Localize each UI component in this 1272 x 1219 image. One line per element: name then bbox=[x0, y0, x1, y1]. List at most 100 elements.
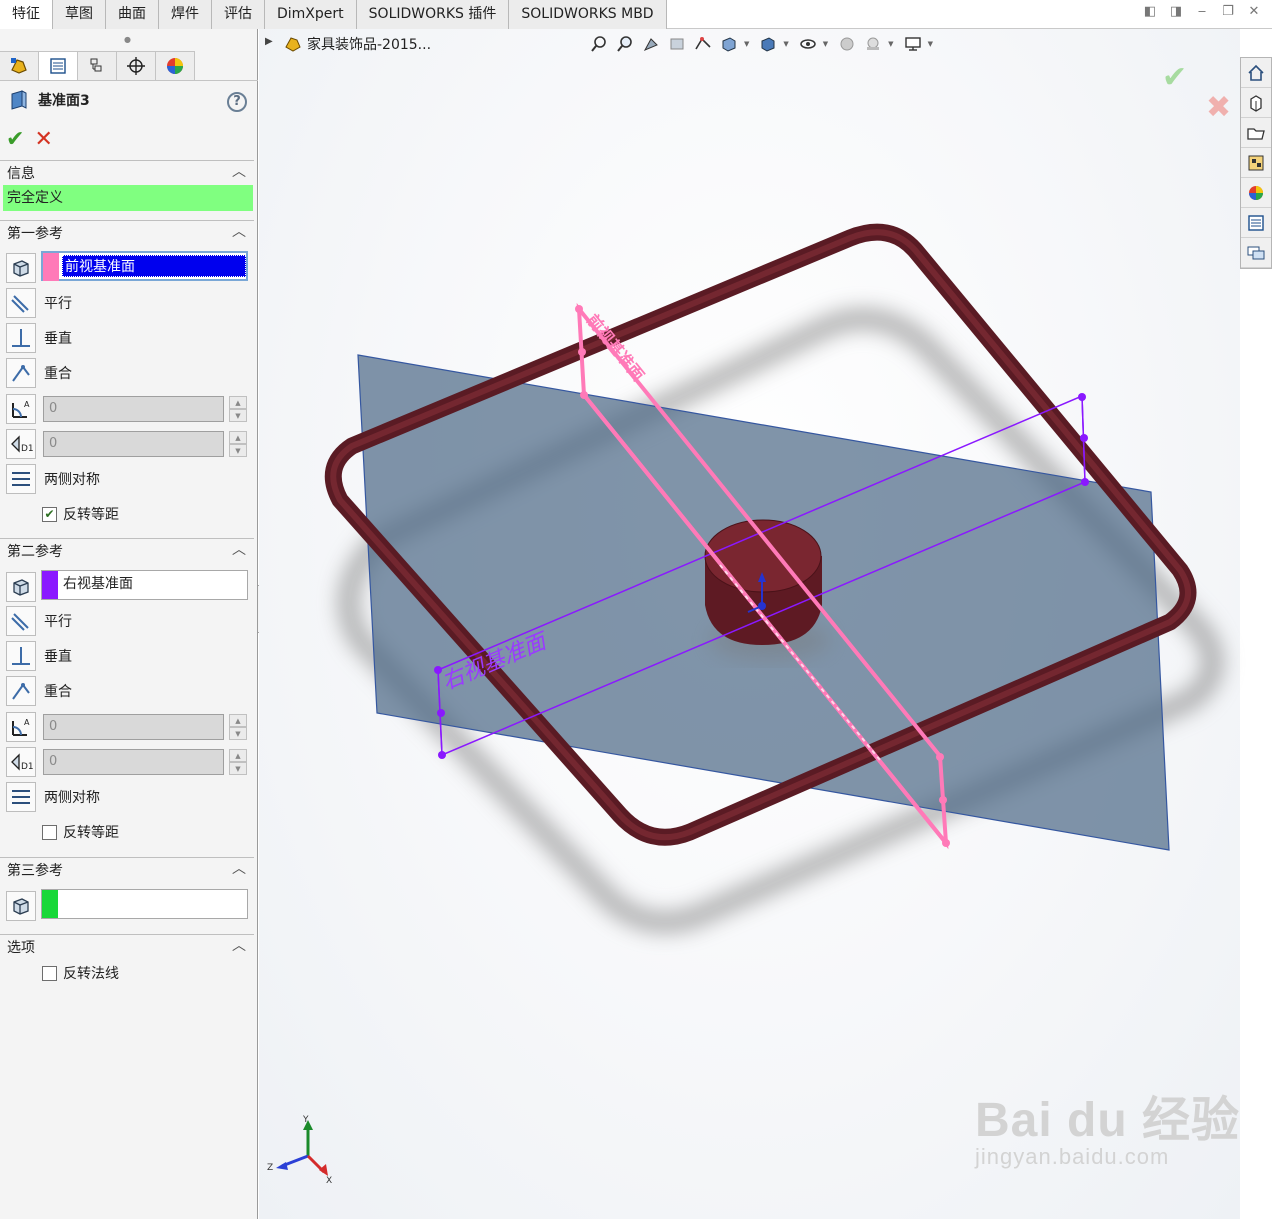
close-button[interactable]: ✕ bbox=[1246, 4, 1262, 19]
tab-item[interactable]: 评估 bbox=[212, 0, 265, 29]
previous-view-icon[interactable] bbox=[640, 33, 662, 55]
chevron-up-icon[interactable]: ︿ bbox=[232, 858, 246, 878]
parallel-icon[interactable] bbox=[6, 606, 36, 636]
tile-right-icon[interactable]: ◨ bbox=[1168, 4, 1184, 19]
third-reference-header[interactable]: 第三参考 ︿ bbox=[0, 857, 254, 881]
tree-expand-icon[interactable]: ▶ bbox=[265, 36, 273, 47]
minimize-button[interactable]: ‒ bbox=[1194, 4, 1210, 19]
perpendicular-label[interactable]: 垂直 bbox=[44, 646, 72, 666]
dimxpert-manager-tab[interactable] bbox=[116, 51, 156, 80]
angle-spinner[interactable]: ▲ ▼ bbox=[229, 714, 247, 740]
reference-entity-icon[interactable] bbox=[6, 572, 36, 602]
home-icon[interactable] bbox=[1241, 58, 1271, 88]
chevron-up-icon[interactable]: ︿ bbox=[232, 221, 246, 241]
angle-input[interactable]: 0 bbox=[43, 396, 224, 422]
mid-plane-option[interactable]: 两侧对称 bbox=[6, 463, 100, 495]
perpendicular-option[interactable]: 垂直 bbox=[6, 640, 72, 672]
property-manager-tab[interactable] bbox=[38, 51, 78, 80]
display-manager-tab[interactable] bbox=[155, 51, 195, 80]
tab-item[interactable]: 曲面 bbox=[106, 0, 159, 29]
configuration-manager-tab[interactable] bbox=[77, 51, 117, 80]
first-flip-offset-label[interactable]: 反转等距 bbox=[63, 504, 119, 524]
forum-icon[interactable] bbox=[1241, 238, 1271, 268]
distance-icon[interactable]: D1 bbox=[6, 429, 36, 459]
zoom-area-icon[interactable] bbox=[614, 33, 636, 55]
distance-input[interactable]: 0 bbox=[43, 749, 224, 775]
chevron-up-icon[interactable]: ︿ bbox=[232, 935, 246, 955]
second-reference-header[interactable]: 第二参考 ︿ bbox=[0, 538, 254, 562]
reference-entity-icon[interactable] bbox=[6, 253, 36, 283]
checkbox-checked[interactable]: ✔ bbox=[42, 506, 57, 522]
zoom-to-fit-icon[interactable] bbox=[588, 33, 610, 55]
feature-manager-tab[interactable] bbox=[0, 51, 39, 80]
second-flip-offset-label[interactable]: 反转等距 bbox=[63, 822, 119, 842]
perpendicular-label[interactable]: 垂直 bbox=[44, 328, 72, 348]
parallel-option[interactable]: 平行 bbox=[6, 605, 72, 637]
appearances-icon[interactable] bbox=[1241, 178, 1271, 208]
design-library-icon[interactable] bbox=[1241, 88, 1271, 118]
distance-icon[interactable]: D1 bbox=[6, 747, 36, 777]
checkbox-unchecked[interactable] bbox=[42, 965, 57, 981]
distance-spinner[interactable]: ▲ ▼ bbox=[229, 431, 247, 457]
hide-show-items-icon[interactable] bbox=[797, 33, 819, 55]
first-flip-offset-checkbox[interactable]: ✔ 反转等距 bbox=[42, 504, 119, 524]
parallel-icon[interactable] bbox=[6, 288, 36, 318]
tab-item[interactable]: SOLIDWORKS 插件 bbox=[356, 0, 510, 29]
custom-properties-icon[interactable] bbox=[1241, 208, 1271, 238]
panel-grip-icon[interactable]: ● bbox=[124, 35, 131, 44]
view-palette-icon[interactable] bbox=[1241, 148, 1271, 178]
checkbox-unchecked[interactable] bbox=[42, 824, 57, 840]
edit-appearance-icon[interactable] bbox=[836, 33, 858, 55]
options-header[interactable]: 选项 ︿ bbox=[0, 934, 254, 958]
angle-icon[interactable]: A bbox=[6, 394, 36, 424]
tab-item[interactable]: 焊件 bbox=[159, 0, 212, 29]
view-settings-icon[interactable] bbox=[902, 33, 924, 55]
tab-item[interactable]: 草图 bbox=[53, 0, 106, 29]
mid-plane-icon[interactable] bbox=[6, 464, 36, 494]
coincident-label[interactable]: 重合 bbox=[44, 681, 72, 701]
parallel-label[interactable]: 平行 bbox=[44, 293, 72, 313]
coincident-option[interactable]: 重合 bbox=[6, 675, 72, 707]
mid-plane-label[interactable]: 两侧对称 bbox=[44, 787, 100, 807]
chevron-up-icon[interactable]: ︿ bbox=[232, 539, 246, 559]
file-explorer-icon[interactable] bbox=[1241, 118, 1271, 148]
confirmation-corner-ok-icon[interactable]: ✔ bbox=[1162, 60, 1187, 95]
tab-item[interactable]: SOLIDWORKS MBD bbox=[509, 0, 667, 29]
parallel-option[interactable]: 平行 bbox=[6, 287, 72, 319]
perpendicular-icon[interactable] bbox=[6, 323, 36, 353]
coincident-option[interactable]: 重合 bbox=[6, 357, 72, 389]
perpendicular-option[interactable]: 垂直 bbox=[6, 322, 72, 354]
display-style-icon[interactable] bbox=[757, 33, 779, 55]
coincident-icon[interactable] bbox=[6, 676, 36, 706]
chevron-up-icon[interactable]: ︿ bbox=[232, 161, 246, 181]
coincident-icon[interactable] bbox=[6, 358, 36, 388]
section-view-icon[interactable] bbox=[666, 33, 688, 55]
reference-entity-icon[interactable] bbox=[6, 891, 36, 921]
coincident-label[interactable]: 重合 bbox=[44, 363, 72, 383]
tile-left-icon[interactable]: ◧ bbox=[1142, 4, 1158, 19]
angle-icon[interactable]: A bbox=[6, 712, 36, 742]
graphics-viewport[interactable] bbox=[259, 29, 1240, 1219]
parallel-label[interactable]: 平行 bbox=[44, 611, 72, 631]
view-orientation-icon[interactable] bbox=[718, 33, 740, 55]
apply-scene-icon[interactable] bbox=[862, 33, 884, 55]
flip-normal-checkbox[interactable]: 反转法线 bbox=[42, 963, 119, 983]
third-reference-field[interactable] bbox=[41, 889, 248, 919]
confirmation-corner-cancel-icon[interactable]: ✖ bbox=[1206, 90, 1231, 125]
perpendicular-icon[interactable] bbox=[6, 641, 36, 671]
help-icon[interactable]: ? bbox=[227, 92, 247, 112]
tab-item[interactable]: 特征 bbox=[0, 0, 53, 29]
first-reference-header[interactable]: 第一参考 ︿ bbox=[0, 220, 254, 244]
mid-plane-icon[interactable] bbox=[6, 782, 36, 812]
distance-input[interactable]: 0 bbox=[43, 431, 224, 457]
flip-normal-label[interactable]: 反转法线 bbox=[63, 963, 119, 983]
second-reference-field[interactable]: 右视基准面 bbox=[41, 570, 248, 600]
second-flip-offset-checkbox[interactable]: 反转等距 bbox=[42, 822, 119, 842]
cancel-icon[interactable]: ✕ bbox=[34, 127, 52, 152]
mid-plane-option[interactable]: 两侧对称 bbox=[6, 781, 100, 813]
mid-plane-label[interactable]: 两侧对称 bbox=[44, 469, 100, 489]
angle-input[interactable]: 0 bbox=[43, 714, 224, 740]
flyout-tree-item[interactable]: 家具装饰品-2015... bbox=[284, 34, 431, 54]
confirm-icon[interactable]: ✔ bbox=[6, 127, 24, 152]
dynamic-annotation-icon[interactable] bbox=[692, 33, 714, 55]
